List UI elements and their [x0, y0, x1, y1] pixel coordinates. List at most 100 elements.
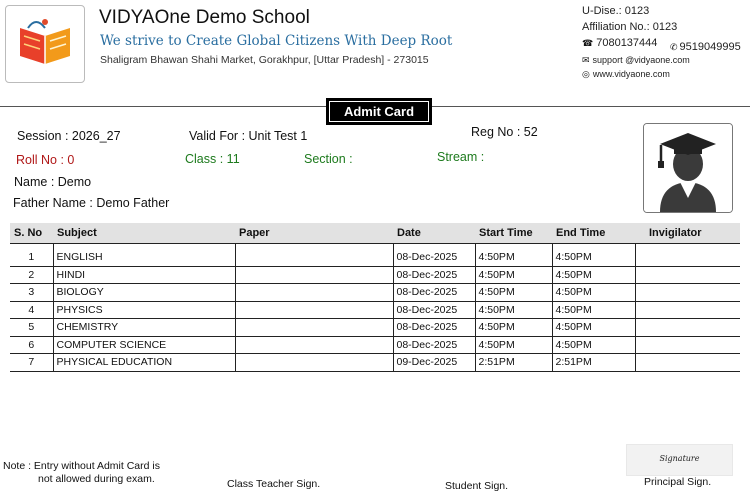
cell-subject: PHYSICAL EDUCATION [53, 353, 236, 372]
mobile-icon: ✆ [670, 42, 678, 52]
reg-no-info: Reg No : 52 [471, 125, 538, 139]
col-header-date: Date [393, 223, 475, 244]
table-row: 2 HINDI 08-Dec-2025 4:50PM 4:50PM [10, 266, 740, 284]
table-row: 6 COMPUTER SCIENCE 08-Dec-2025 4:50PM 4:… [10, 336, 740, 354]
table-row: 1 ENGLISH 08-Dec-2025 4:50PM 4:50PM [10, 249, 740, 267]
note-line-1: Note : Entry without Admit Card is [3, 460, 160, 472]
cell-subject: CHEMISTRY [53, 318, 236, 337]
table-header-row: S. No Subject Paper Date Start Time End … [10, 223, 740, 244]
email-contact: ✉ support @vidyaone.com [582, 55, 690, 65]
cell-start-time: 2:51PM [475, 353, 553, 372]
class-teacher-sign: Class Teacher Sign. [227, 478, 321, 490]
school-tagline: We strive to Create Global Citizens With… [100, 33, 453, 49]
col-header-invigilator: Invigilator [635, 223, 740, 244]
cell-sno: 6 [10, 336, 54, 354]
cell-end-time: 2:51PM [552, 353, 636, 372]
cell-end-time: 4:50PM [552, 249, 636, 267]
cell-paper [235, 336, 394, 354]
student-photo [643, 123, 733, 213]
cell-end-time: 4:50PM [552, 283, 636, 302]
principal-sign: Principal Sign. [644, 476, 712, 488]
cell-sno: 4 [10, 301, 54, 319]
principal-signature-image: Signature [626, 444, 733, 476]
cell-end-time: 4:50PM [552, 318, 636, 337]
table-row: 7 PHYSICAL EDUCATION 09-Dec-2025 2:51PM … [10, 353, 740, 372]
col-header-paper: Paper [235, 223, 393, 244]
student-avatar-icon [644, 124, 732, 212]
email-text: support @vidyaone.com [592, 55, 690, 65]
cell-date: 08-Dec-2025 [393, 266, 476, 284]
email-icon: ✉ [582, 55, 590, 65]
cell-subject: ENGLISH [53, 249, 236, 267]
cell-invigilator [635, 249, 740, 267]
cell-paper [235, 249, 394, 267]
cell-date: 08-Dec-2025 [393, 283, 476, 302]
phone-secondary-text: 9519049995 [679, 41, 741, 53]
cell-paper [235, 318, 394, 337]
book-logo-icon [20, 19, 70, 64]
cell-date: 08-Dec-2025 [393, 249, 476, 267]
signature-text: Signature [659, 454, 700, 463]
session-info: Session : 2026_27 [17, 129, 121, 143]
exam-schedule-table: S. No Subject Paper Date Start Time End … [10, 223, 740, 372]
student-name: Name : Demo [14, 175, 92, 189]
cell-subject: COMPUTER SCIENCE [53, 336, 236, 354]
cell-sno: 7 [10, 353, 54, 372]
school-logo [5, 5, 85, 83]
phone-secondary: ✆ 9519049995 [670, 41, 741, 53]
father-name: Father Name : Demo Father [13, 196, 170, 210]
cell-sno: 5 [10, 318, 54, 337]
table-row: 3 BIOLOGY 08-Dec-2025 4:50PM 4:50PM [10, 283, 740, 302]
cell-subject: PHYSICS [53, 301, 236, 319]
table-row: 5 CHEMISTRY 08-Dec-2025 4:50PM 4:50PM [10, 318, 740, 337]
website-text: www.vidyaone.com [592, 69, 670, 79]
cell-start-time: 4:50PM [475, 249, 553, 267]
udise-number: U-Dise.: 0123 [582, 5, 650, 17]
section-info: Section : [304, 152, 353, 166]
cell-start-time: 4:50PM [475, 266, 553, 284]
student-sign: Student Sign. [445, 480, 509, 492]
phone-primary: ☎ 7080137444 [582, 37, 657, 49]
school-address: Shaligram Bhawan Shahi Market, Gorakhpur… [100, 54, 429, 66]
col-header-subject: Subject [53, 223, 235, 244]
col-header-sno: S. No [10, 223, 53, 244]
school-name: VIDYAOne Demo School [99, 7, 310, 28]
cell-sno: 2 [10, 266, 54, 284]
website-icon: ◎ [582, 69, 590, 79]
roll-no-info: Roll No : 0 [16, 153, 75, 167]
cell-invigilator [635, 353, 740, 372]
cell-start-time: 4:50PM [475, 283, 553, 302]
cell-sno: 1 [10, 249, 54, 267]
cell-paper [235, 283, 394, 302]
cell-date: 08-Dec-2025 [393, 301, 476, 319]
cell-start-time: 4:50PM [475, 336, 553, 354]
cell-invigilator [635, 318, 740, 337]
col-header-start-time: Start Time [475, 223, 552, 244]
cell-subject: BIOLOGY [53, 283, 236, 302]
class-info: Class : 11 [185, 152, 240, 166]
cell-start-time: 4:50PM [475, 318, 553, 337]
cell-paper [235, 266, 394, 284]
cell-end-time: 4:50PM [552, 266, 636, 284]
cell-end-time: 4:50PM [552, 336, 636, 354]
cell-invigilator [635, 301, 740, 319]
affiliation-number: Affiliation No.: 0123 [582, 21, 678, 33]
cell-date: 08-Dec-2025 [393, 318, 476, 337]
cell-subject: HINDI [53, 266, 236, 284]
cell-start-time: 4:50PM [475, 301, 553, 319]
valid-for-info: Valid For : Unit Test 1 [189, 129, 308, 143]
cell-sno: 3 [10, 283, 54, 302]
website-contact: ◎ www.vidyaone.com [582, 69, 670, 79]
phone-icon: ☎ [582, 38, 594, 48]
cell-paper [235, 353, 394, 372]
note-line-2: not allowed during exam. [38, 473, 155, 485]
cell-invigilator [635, 266, 740, 284]
cell-invigilator [635, 283, 740, 302]
stream-info: Stream : [437, 150, 485, 164]
cell-date: 08-Dec-2025 [393, 336, 476, 354]
cell-invigilator [635, 336, 740, 354]
admit-card-title: Admit Card [326, 98, 432, 125]
cell-paper [235, 301, 394, 319]
col-header-end-time: End Time [552, 223, 635, 244]
table-row: 4 PHYSICS 08-Dec-2025 4:50PM 4:50PM [10, 301, 740, 319]
